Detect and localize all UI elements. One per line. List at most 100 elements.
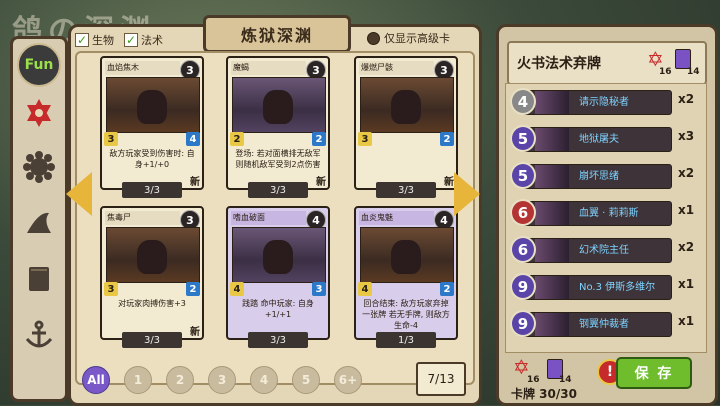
cost-filter-all[interactable]: All [82, 366, 110, 394]
deck-title[interactable]: 火书法术弃牌 [517, 53, 601, 73]
next-page-arrow-icon[interactable] [454, 172, 480, 216]
deck-card-name: 幻术院主任 [579, 245, 629, 256]
spell-filter[interactable]: ✓ 法术 [124, 32, 163, 48]
hexagram-icon: ✡ [647, 47, 664, 71]
category-tab-title[interactable]: 炼狱深渊 [203, 15, 351, 53]
deck-header: 火书法术弃牌 ✡ 16 14 [507, 41, 707, 85]
book-icon[interactable] [19, 259, 59, 299]
deck-row-banner: 钢翼仲裁者 [522, 312, 672, 337]
creature-filter[interactable]: ✓ 生物 [75, 32, 114, 48]
card[interactable]: 爆燃尸骸 3 3 2 新 [354, 56, 458, 190]
deck-row[interactable]: 地狱屠夫 5 x3 [510, 125, 700, 152]
foot-book-count: 14 [559, 375, 572, 385]
advanced-only-toggle[interactable]: 仅显示高级卡 [367, 30, 450, 46]
hexagram-icon[interactable] [19, 93, 59, 133]
creature-icon [137, 90, 167, 124]
spellbook-icon [675, 49, 691, 69]
cost-filter-1[interactable]: 1 [124, 366, 152, 394]
prev-page-arrow-icon[interactable] [66, 172, 92, 216]
card[interactable]: 血焰焦木 3 3 4 敌方玩家受到伤害时: 自身+1/+0 新 [100, 56, 204, 190]
deck-card-qty: x2 [678, 166, 695, 180]
deck-card-qty: x1 [678, 277, 695, 291]
cost-filter-5[interactable]: 5 [292, 366, 320, 394]
hexagram-icon: ✡ [513, 355, 530, 379]
foot-star-count: 16 [527, 375, 540, 385]
deck-card-cost: 4 [510, 88, 536, 115]
deck-row-banner: 地狱屠夫 [522, 127, 672, 152]
deck-card-qty: x2 [678, 92, 695, 106]
card-art [232, 227, 326, 283]
deck-card-qty: x3 [678, 129, 695, 143]
deck-card-qty: x1 [678, 314, 695, 328]
card-art [106, 77, 200, 133]
deck-row[interactable]: 幻术院主任 6 x2 [510, 236, 700, 263]
fun-logo[interactable]: Fun [17, 43, 61, 87]
card[interactable]: 血炎鬼魅 4 4 2 回合结束: 敌方玩家弃掉一张牌 若无手牌, 则敌方生命-4 [354, 206, 458, 340]
deck-card-name: 崩坏思绪 [579, 171, 619, 182]
deck-star-count: 16 [659, 67, 672, 77]
card-art [232, 77, 326, 133]
card-name: 嗜血破面 [231, 211, 306, 225]
spell-label: 法术 [141, 34, 163, 47]
deck-card-name: 血翼 · 莉莉斯 [579, 208, 639, 219]
deck-row[interactable]: No.3 伊斯多维尔 9 x1 [510, 273, 700, 300]
card-slot[interactable]: 嗜血破面 4 4 3 践踏 命中玩家: 自身+1/+1 [222, 204, 334, 352]
card-thumbnail [535, 91, 569, 114]
anchor-icon[interactable] [19, 315, 59, 355]
card-description: 回合结束: 敌方玩家弃掉一张牌 若无手牌, 则敌方生命-4 [362, 299, 450, 330]
card-thumbnail [535, 239, 569, 262]
card-owned-count: 1/3 [376, 332, 436, 348]
new-tag: 新 [190, 327, 200, 338]
card-thumbnail [535, 128, 569, 151]
deck-card-cost: 6 [510, 199, 536, 226]
radio-icon [367, 31, 380, 45]
card[interactable]: 嗜血破面 4 4 3 践踏 命中玩家: 自身+1/+1 [226, 206, 330, 340]
card-description: 践踏 命中玩家: 自身+1/+1 [242, 299, 314, 319]
gear-flower-icon[interactable] [19, 147, 59, 187]
card-slot[interactable]: 爆燃尸骸 3 3 2 新 [350, 54, 462, 202]
card-slot[interactable]: 魔蝎 3 2 2 登场: 若对面横排无敌军 则随机敌军受到2点伤害新 [222, 54, 334, 202]
cost-filter-2[interactable]: 2 [166, 366, 194, 394]
creature-icon [137, 240, 167, 274]
card-description: 对玩家肉搏伤害+3 [118, 299, 186, 308]
cost-filter-4[interactable]: 4 [250, 366, 278, 394]
type-filters: ✓ 生物 ✓ 法术 [75, 29, 173, 51]
deck-card-name: 请示隐秘者 [579, 97, 629, 108]
card[interactable]: 魔蝎 3 2 2 登场: 若对面横排无敌军 则随机敌军受到2点伤害新 [226, 56, 330, 190]
deck-card-qty: x1 [678, 203, 695, 217]
card-owned-count: 3/3 [248, 332, 308, 348]
wizard-hat-icon[interactable] [19, 203, 59, 243]
deck-row-banner: 血翼 · 莉莉斯 [522, 201, 672, 226]
card-slot[interactable]: 焦毒尸 3 3 2 对玩家肉搏伤害+3 新 [96, 204, 208, 352]
deck-row[interactable]: 请示隐秘者 4 x2 [510, 88, 700, 115]
card-owned-count: 3/3 [376, 182, 436, 198]
card-thumbnail [535, 276, 569, 299]
save-button[interactable]: 保 存 [616, 357, 692, 389]
card-description: 敌方玩家受到伤害时: 自身+1/+0 [109, 149, 195, 169]
card[interactable]: 焦毒尸 3 3 2 对玩家肉搏伤害+3 新 [100, 206, 204, 340]
deck-card-name: No.3 伊斯多维尔 [579, 282, 656, 293]
deck-card-qty: x2 [678, 240, 695, 254]
check-icon: ✓ [75, 33, 89, 47]
card-attack: 2 [230, 132, 244, 146]
card-health: 2 [312, 132, 326, 146]
cost-filter-3[interactable]: 3 [208, 366, 236, 394]
new-tag: 新 [190, 177, 200, 188]
card-owned-count: 3/3 [122, 182, 182, 198]
card-slot[interactable]: 血焰焦木 3 3 4 敌方玩家受到伤害时: 自身+1/+0 新 [96, 54, 208, 202]
card-health: 4 [186, 132, 200, 146]
card-health: 2 [440, 132, 454, 146]
deck-row[interactable]: 崩坏思绪 5 x2 [510, 162, 700, 189]
card-owned-count: 3/3 [122, 332, 182, 348]
card-attack: 3 [358, 132, 372, 146]
deck-card-name: 地狱屠夫 [579, 134, 619, 145]
cost-filter-6plus[interactable]: 6+ [334, 366, 362, 394]
new-tag: 新 [316, 177, 326, 188]
deck-row-banner: No.3 伊斯多维尔 [522, 275, 672, 300]
card-health: 2 [186, 282, 200, 296]
card-name: 爆燃尸骸 [359, 61, 434, 75]
deck-card-list: 请示隐秘者 4 x2 地狱屠夫 5 x3 崩坏思绪 5 x2 血翼 · 莉莉斯 6 x1 幻术院主任 6 x… [505, 83, 707, 353]
deck-row[interactable]: 钢翼仲裁者 9 x1 [510, 310, 700, 337]
card-slot[interactable]: 血炎鬼魅 4 4 2 回合结束: 敌方玩家弃掉一张牌 若无手牌, 则敌方生命-4 [350, 204, 462, 352]
deck-row[interactable]: 血翼 · 莉莉斯 6 x1 [510, 199, 700, 226]
